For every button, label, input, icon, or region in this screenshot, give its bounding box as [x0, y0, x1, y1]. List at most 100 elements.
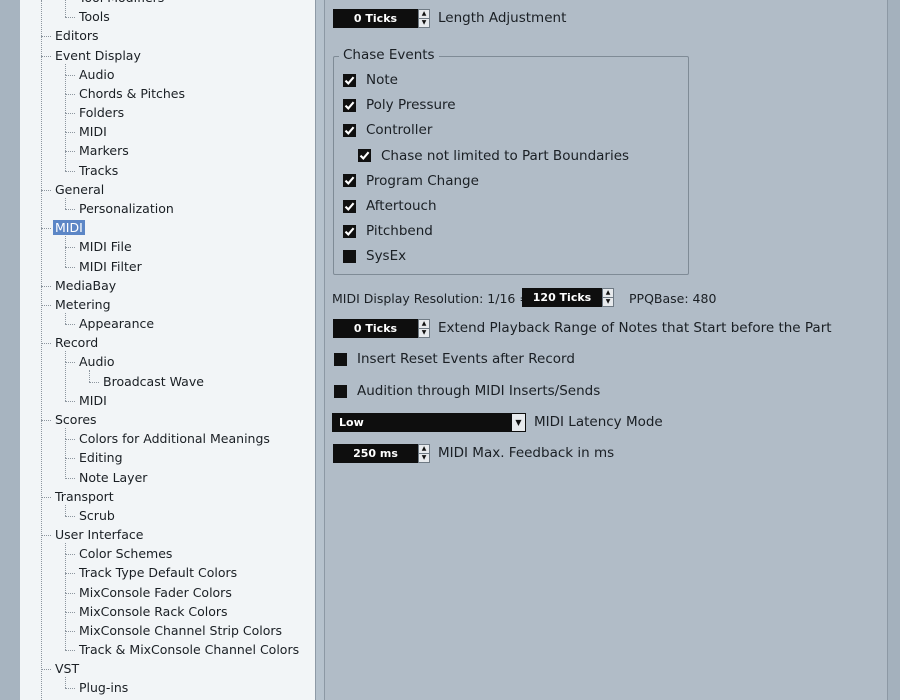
tree-branch-line: [41, 36, 51, 38]
insert-reset-events-checkbox[interactable]: Insert Reset Events after Record: [334, 350, 575, 368]
tree-item[interactable]: VST: [53, 660, 81, 679]
tree-branch-line: [65, 266, 75, 268]
checkmark-icon[interactable]: [343, 98, 356, 112]
tree-item-label: General: [55, 181, 105, 197]
chase-event-checkbox[interactable]: Pitchbend: [343, 222, 433, 240]
tree-item[interactable]: Audio: [77, 66, 117, 85]
chevron-down-icon[interactable]: ▼: [512, 414, 525, 431]
tree-item[interactable]: Note Layer: [77, 469, 149, 488]
display-resolution-spin-buttons[interactable]: ▲ ▼: [602, 288, 614, 307]
checkmark-icon[interactable]: [343, 123, 356, 137]
chase-event-checkbox[interactable]: Aftertouch: [343, 197, 437, 215]
tree-branch-line: [41, 304, 51, 306]
audition-midi-inserts-box[interactable]: [334, 384, 347, 398]
tree-item-label: MIDI: [53, 220, 85, 236]
tree-item[interactable]: Transport: [53, 488, 116, 507]
tree-branch-line: [65, 93, 66, 114]
tree-item[interactable]: Editing: [77, 449, 125, 468]
tree-item-label: MixConsole Channel Strip Colors: [79, 622, 283, 638]
max-feedback-spin-buttons[interactable]: ▲ ▼: [418, 444, 430, 463]
tree-item[interactable]: Plug-ins: [77, 679, 130, 698]
tree-item[interactable]: Broadcast Wave: [101, 373, 206, 392]
display-resolution-stepper[interactable]: 120 Ticks ▲ ▼: [522, 288, 614, 307]
tree-item[interactable]: MediaBay: [53, 277, 118, 296]
tree-branch-line: [65, 132, 66, 152]
tree-item[interactable]: Track Type Default Colors: [77, 564, 239, 583]
extend-playback-spin-buttons[interactable]: ▲ ▼: [418, 319, 430, 338]
spin-up-icon[interactable]: ▲: [419, 320, 429, 329]
tree-item[interactable]: Personalization: [77, 200, 176, 219]
tree-item[interactable]: Editors: [53, 27, 101, 46]
chase-event-checkbox[interactable]: Controller: [343, 121, 432, 139]
tree-item[interactable]: MIDI: [77, 123, 109, 142]
tree-item[interactable]: Tools: [77, 8, 112, 27]
checkmark-icon[interactable]: [343, 73, 356, 87]
max-feedback-value[interactable]: 250 ms: [333, 444, 418, 463]
tree-item[interactable]: Appearance: [77, 315, 156, 334]
preferences-tree[interactable]: Tool Modifiers Tools Editors Event Display A…: [20, 0, 316, 700]
spin-up-icon[interactable]: ▲: [603, 289, 613, 298]
checkmark-icon[interactable]: [343, 199, 356, 213]
tree-item[interactable]: User Interface: [53, 526, 145, 545]
tree-item[interactable]: General: [53, 181, 106, 200]
spin-down-icon[interactable]: ▼: [419, 19, 429, 27]
tree-item[interactable]: MIDI: [53, 219, 85, 238]
tree-item[interactable]: MixConsole Channel Strip Colors: [77, 622, 284, 641]
tree-item[interactable]: Record: [53, 334, 100, 353]
display-resolution-value[interactable]: 120 Ticks: [522, 288, 602, 307]
chase-event-label: Poly Pressure: [366, 97, 456, 114]
tree-item[interactable]: Event Display: [53, 47, 143, 66]
extend-playback-stepper[interactable]: 0 Ticks ▲ ▼: [333, 319, 430, 338]
tree-item[interactable]: Tool Modifiers: [77, 0, 166, 8]
tree-item[interactable]: MIDI Filter: [77, 258, 144, 277]
spin-down-icon[interactable]: ▼: [419, 329, 429, 337]
chase-event-checkbox[interactable]: Chase not limited to Part Boundaries: [358, 147, 629, 165]
tree-item[interactable]: Colors for Additional Meanings: [77, 430, 272, 449]
tree-item[interactable]: Scrub: [77, 507, 117, 526]
chase-event-checkbox[interactable]: Note: [343, 71, 398, 89]
tree-branch-line: [89, 381, 99, 383]
tree-item[interactable]: MixConsole Fader Colors: [77, 584, 234, 603]
spin-up-icon[interactable]: ▲: [419, 10, 429, 19]
tree-item-label: Transport: [55, 488, 114, 504]
tree-item[interactable]: Scores: [53, 411, 99, 430]
insert-reset-events-box[interactable]: [334, 352, 347, 366]
tree-branch-line: [65, 324, 75, 326]
tree-item[interactable]: Metering: [53, 296, 113, 315]
spin-down-icon[interactable]: ▼: [603, 298, 613, 306]
audition-midi-inserts-checkbox[interactable]: Audition through MIDI Inserts/Sends: [334, 382, 600, 400]
spin-down-icon[interactable]: ▼: [419, 454, 429, 462]
max-feedback-stepper[interactable]: 250 ms ▲ ▼: [333, 444, 430, 463]
tree-branch-line: [65, 0, 66, 18]
tree-item[interactable]: MIDI: [77, 392, 109, 411]
length-adjustment-stepper[interactable]: 0 Ticks ▲ ▼: [333, 9, 430, 28]
tree-item[interactable]: Folders: [77, 104, 126, 123]
tree-branch-line: [65, 93, 75, 95]
checkmark-icon[interactable]: [343, 174, 356, 188]
length-adjustment-value[interactable]: 0 Ticks: [333, 9, 418, 28]
tree-item[interactable]: MIDI File: [77, 238, 134, 257]
tree-item[interactable]: Markers: [77, 142, 131, 161]
tree-branch-line: [65, 611, 75, 613]
length-adjustment-spin-buttons[interactable]: ▲ ▼: [418, 9, 430, 28]
unchecked-box[interactable]: [343, 249, 356, 263]
tree-item[interactable]: Color Schemes: [77, 545, 174, 564]
tree-item[interactable]: Audio: [77, 353, 117, 372]
ppq-base-label: PPQBase: 480: [629, 291, 717, 306]
tree-item[interactable]: Chords & Pitches: [77, 85, 187, 104]
tree-item[interactable]: MixConsole Rack Colors: [77, 603, 230, 622]
tree-item[interactable]: Track & MixConsole Channel Colors: [77, 641, 301, 660]
tree-branch-line: [65, 151, 75, 153]
tree-scrollbar-track[interactable]: [316, 0, 324, 700]
tree-item-label: MixConsole Fader Colors: [79, 584, 232, 600]
checkmark-icon[interactable]: [343, 224, 356, 238]
midi-latency-mode-select[interactable]: Low ▼: [332, 413, 526, 432]
checkmark-icon[interactable]: [358, 149, 371, 163]
chase-event-checkbox[interactable]: Program Change: [343, 172, 479, 190]
chase-event-checkbox[interactable]: SysEx: [343, 247, 406, 265]
extend-playback-value[interactable]: 0 Ticks: [333, 319, 418, 338]
spin-up-icon[interactable]: ▲: [419, 445, 429, 454]
tree-item[interactable]: Tracks: [77, 162, 120, 181]
chase-event-checkbox[interactable]: Poly Pressure: [343, 96, 456, 114]
tree-branch-line: [41, 228, 51, 230]
